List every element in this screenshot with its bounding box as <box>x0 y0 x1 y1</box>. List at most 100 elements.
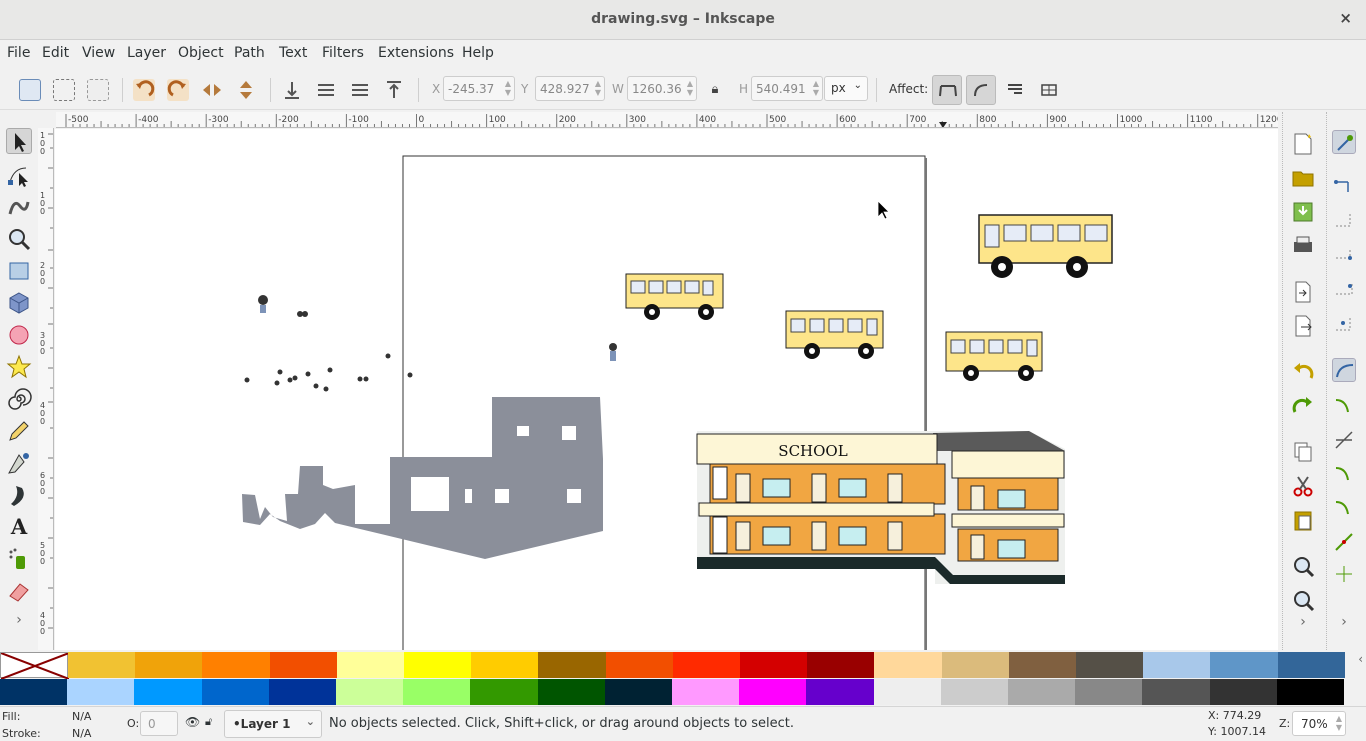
rotate-cw-icon[interactable] <box>167 79 189 101</box>
unit-select[interactable]: px ⌄ <box>824 76 868 101</box>
zoom-selection-icon[interactable] <box>1291 554 1315 578</box>
menu-extensions[interactable]: Extensions <box>378 45 454 61</box>
open-icon[interactable] <box>1291 166 1315 190</box>
lock-icon[interactable]: 🔒︎ <box>704 79 726 101</box>
palette-swatch[interactable] <box>471 652 539 678</box>
snap-bbox-icon[interactable] <box>1332 172 1356 196</box>
palette-swatch[interactable] <box>269 652 338 678</box>
star-tool-icon[interactable] <box>6 354 32 380</box>
x-field[interactable]: -245.37 ▲ ▼ <box>443 76 515 101</box>
tweak-tool-icon[interactable] <box>6 194 32 220</box>
palette-swatch[interactable] <box>672 679 740 705</box>
palette-swatch[interactable] <box>873 679 942 705</box>
copy-icon[interactable] <box>1291 440 1315 464</box>
palette-swatch[interactable] <box>0 679 68 705</box>
opacity-field[interactable]: 0 <box>140 711 178 736</box>
select-all-icon[interactable] <box>19 79 41 101</box>
import-icon[interactable] <box>1291 280 1315 304</box>
ellipse-tool-icon[interactable] <box>6 322 32 348</box>
snap-bbox-midpoint-icon[interactable] <box>1332 278 1356 302</box>
fill-value[interactable]: N/A <box>72 710 91 723</box>
selector-tool-icon[interactable] <box>6 128 32 154</box>
affect-patterns-toggle[interactable] <box>1034 75 1064 105</box>
palette-swatch[interactable] <box>1008 652 1077 678</box>
paste-icon[interactable] <box>1291 508 1315 532</box>
no-paint-swatch[interactable] <box>0 652 70 680</box>
y-field[interactable]: 428.927 ▲ ▼ <box>535 76 605 101</box>
menu-object[interactable]: Object <box>178 45 224 61</box>
layer-dropdown[interactable]: •Layer 1 ⌄ <box>224 710 322 738</box>
lower-to-bottom-icon[interactable] <box>281 79 303 101</box>
snap-bbox-center-icon[interactable] <box>1332 312 1356 336</box>
redo-icon[interactable] <box>1291 394 1315 418</box>
palette-swatch[interactable] <box>68 652 136 678</box>
menu-layer[interactable]: Layer <box>127 45 166 61</box>
node-tool-icon[interactable] <box>6 162 32 188</box>
palette-swatch[interactable] <box>202 652 271 678</box>
palette-swatch[interactable] <box>470 679 539 705</box>
palette-swatch[interactable] <box>874 652 943 678</box>
palette-swatch[interactable] <box>807 652 875 678</box>
more-commands-chevron-icon[interactable]: › <box>1291 614 1315 638</box>
palette-swatch[interactable] <box>1277 652 1346 678</box>
palette-swatch[interactable] <box>1143 652 1211 678</box>
palette-swatch[interactable] <box>605 652 674 678</box>
menu-filters[interactable]: Filters <box>322 45 364 61</box>
menu-text[interactable]: Text <box>279 45 307 61</box>
palette-swatch[interactable] <box>135 652 203 678</box>
palette-swatch[interactable] <box>537 679 606 705</box>
palette-swatch[interactable] <box>134 679 203 705</box>
palette-swatch[interactable] <box>336 679 404 705</box>
more-snap-chevron-icon[interactable]: › <box>1332 614 1356 638</box>
w-field[interactable]: 1260.36 ▲ ▼ <box>627 76 697 101</box>
palette-swatch[interactable] <box>672 652 741 678</box>
menu-help[interactable]: Help <box>462 45 494 61</box>
calligraphy-tool-icon[interactable] <box>6 482 32 508</box>
palette-swatch[interactable] <box>1210 652 1279 678</box>
text-tool-icon[interactable]: A <box>6 514 32 540</box>
more-tools-chevron-icon[interactable]: › <box>6 612 32 638</box>
export-icon[interactable] <box>1291 314 1315 338</box>
close-icon[interactable]: × <box>1339 9 1352 27</box>
flip-vertical-icon[interactable] <box>235 79 257 101</box>
3d-box-tool-icon[interactable] <box>6 290 32 316</box>
spiral-tool-icon[interactable] <box>6 386 32 412</box>
save-icon[interactable] <box>1291 200 1315 224</box>
flip-horizontal-icon[interactable] <box>201 79 223 101</box>
cut-icon[interactable] <box>1291 474 1315 498</box>
pencil-tool-icon[interactable] <box>6 418 32 444</box>
lower-icon[interactable] <box>315 79 337 101</box>
snap-midpoint-icon[interactable] <box>1332 530 1356 554</box>
drawing-canvas[interactable]: SCHOOL <box>55 129 1278 650</box>
pen-tool-icon[interactable] <box>6 450 32 476</box>
menu-view[interactable]: View <box>82 45 115 61</box>
snap-bbox-edge-icon[interactable] <box>1332 208 1356 232</box>
palette-swatch[interactable] <box>201 679 270 705</box>
raise-icon[interactable] <box>349 79 371 101</box>
palette-swatch[interactable] <box>336 652 405 678</box>
rotate-ccw-icon[interactable] <box>133 79 155 101</box>
palette-swatch[interactable] <box>1276 679 1345 705</box>
menu-path[interactable]: Path <box>234 45 265 61</box>
palette-swatch[interactable] <box>1008 679 1076 705</box>
zoom-field[interactable]: 70% ▲ ▼ <box>1292 711 1346 736</box>
undo-icon[interactable] <box>1291 360 1315 384</box>
zoom-drawing-icon[interactable] <box>1291 588 1315 612</box>
eye-icon[interactable]: 👁︎ <box>185 715 200 729</box>
palette-swatch[interactable] <box>1076 652 1144 678</box>
zoom-tool-icon[interactable] <box>6 226 32 252</box>
palette-swatch[interactable] <box>806 679 875 705</box>
rectangle-tool-icon[interactable] <box>6 258 32 284</box>
h-field[interactable]: 540.491 ▲ ▼ <box>751 76 823 101</box>
affect-stroke-width-toggle[interactable] <box>932 75 962 105</box>
palette-swatch[interactable] <box>268 679 337 705</box>
palette-swatch[interactable] <box>403 679 471 705</box>
palette-swatch[interactable] <box>940 679 1009 705</box>
snap-object-center-icon[interactable] <box>1332 562 1356 586</box>
snap-bbox-corner-icon[interactable] <box>1332 244 1356 268</box>
palette-swatch[interactable] <box>604 679 673 705</box>
palette-swatch[interactable] <box>404 652 472 678</box>
palette-swatch[interactable] <box>538 652 607 678</box>
lock-layer-icon[interactable]: 🔓︎ <box>205 715 212 729</box>
palette-swatch[interactable] <box>1075 679 1143 705</box>
